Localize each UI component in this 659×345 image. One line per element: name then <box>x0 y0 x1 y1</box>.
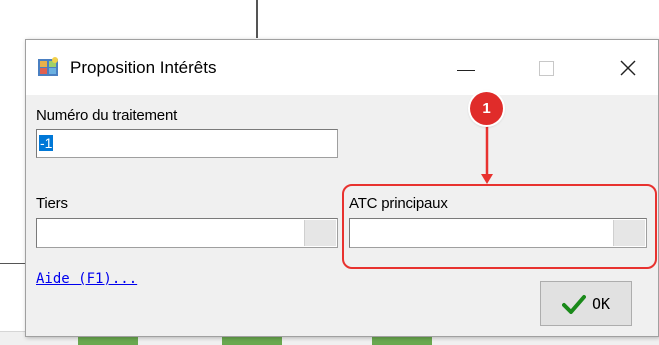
annotation-badge: 1 <box>470 92 503 125</box>
annotation-arrow <box>481 125 493 184</box>
screenshot-stage: Proposition Intérêts Numéro du traitemen… <box>0 0 659 345</box>
annotation-highlight <box>342 184 657 269</box>
